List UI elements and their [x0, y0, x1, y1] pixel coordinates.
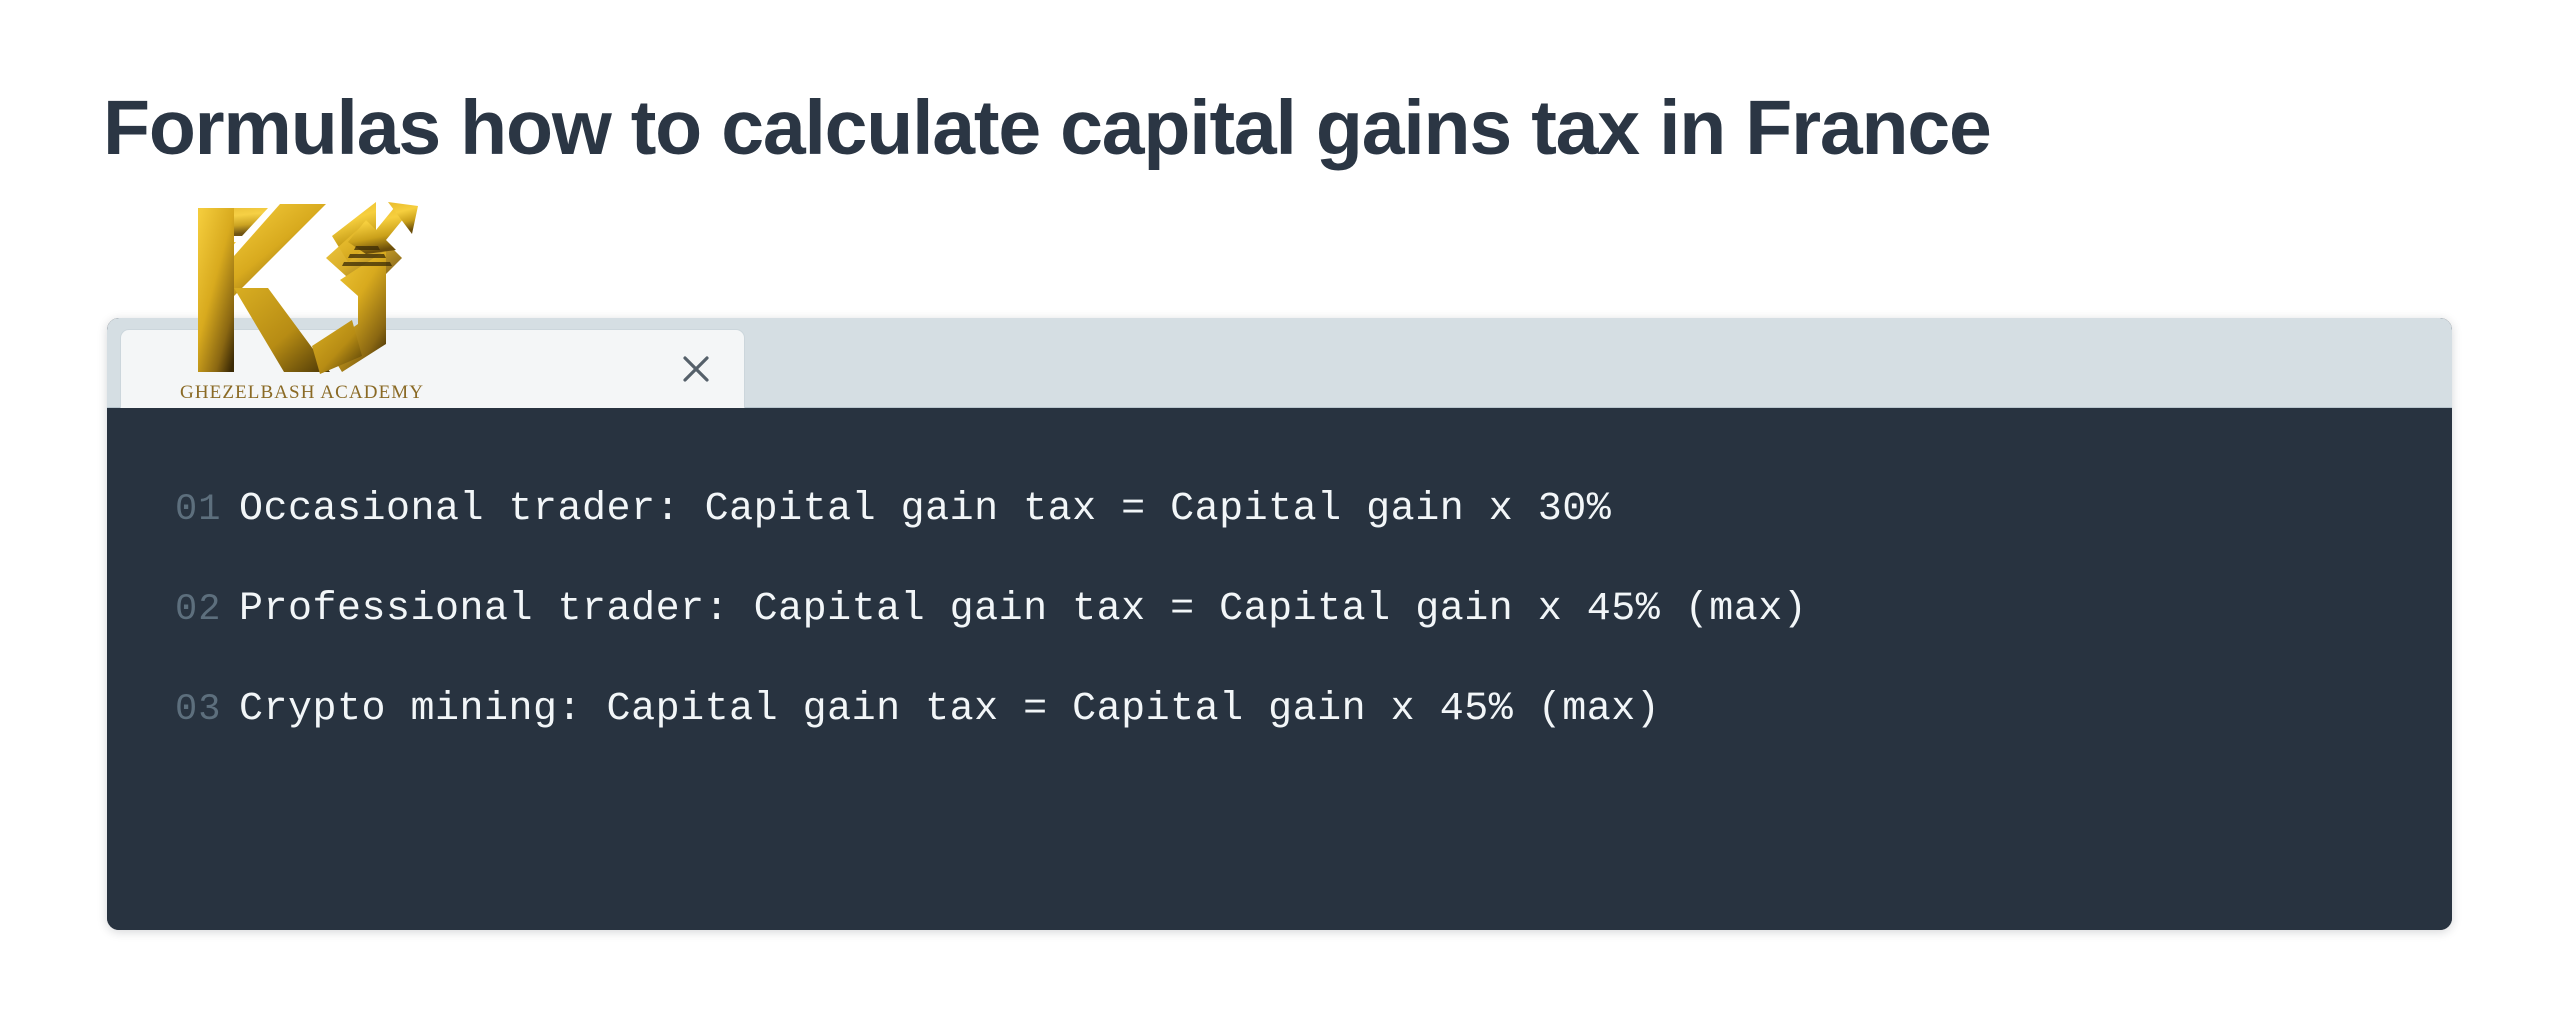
- window-header: [107, 318, 2452, 408]
- line-number: 02: [175, 589, 222, 631]
- code-line: 03 Crypto mining: Capital gain tax = Cap…: [107, 660, 2452, 760]
- line-number: 01: [175, 489, 222, 531]
- line-content: Crypto mining: Capital gain tax = Capita…: [239, 687, 1661, 732]
- code-body: 01 Occasional trader: Capital gain tax =…: [107, 408, 2452, 930]
- code-window: 01 Occasional trader: Capital gain tax =…: [107, 318, 2452, 930]
- page-title: Formulas how to calculate capital gains …: [103, 85, 1992, 171]
- line-number: 03: [175, 689, 222, 731]
- code-line: 02 Professional trader: Capital gain tax…: [107, 560, 2452, 660]
- code-line: 01 Occasional trader: Capital gain tax =…: [107, 460, 2452, 560]
- close-icon[interactable]: [670, 343, 722, 395]
- line-content: Occasional trader: Capital gain tax = Ca…: [239, 487, 1612, 532]
- window-tab[interactable]: [120, 329, 745, 408]
- line-content: Professional trader: Capital gain tax = …: [239, 587, 1808, 632]
